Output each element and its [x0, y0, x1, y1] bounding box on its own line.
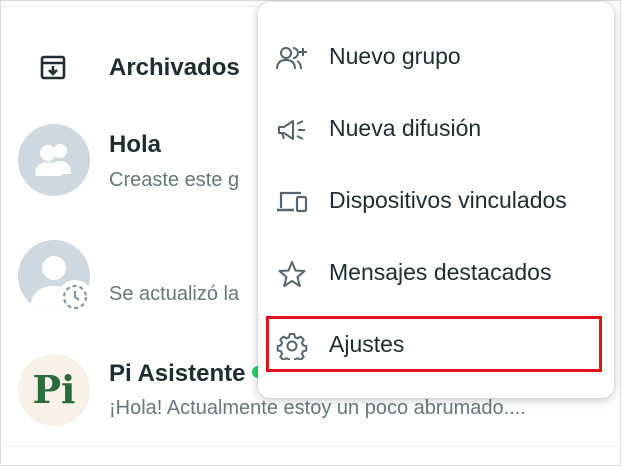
- group-avatar-icon: [18, 124, 90, 196]
- pi-avatar-text: Pi: [32, 367, 76, 412]
- star-icon: [276, 260, 308, 288]
- linked-devices-icon: [276, 188, 308, 216]
- add-group-icon: [276, 44, 308, 72]
- chat-preview: Creaste este g: [109, 169, 240, 191]
- menu-item-linked-devices[interactable]: Dispositivos vinculados: [258, 166, 614, 238]
- menu-item-label: Dispositivos vinculados: [329, 187, 567, 213]
- menu-item-label: Nuevo grupo: [329, 43, 461, 69]
- chat-title: Pi Asistente: [109, 360, 246, 387]
- chat-preview: Se actualizó la: [109, 283, 240, 305]
- menu-item-new-broadcast[interactable]: Nueva difusión: [258, 94, 614, 166]
- menu-item-label: Nueva difusión: [329, 115, 482, 141]
- archive-icon: [38, 52, 68, 82]
- broadcast-icon: [276, 116, 308, 144]
- status-pending-icon: [58, 280, 92, 314]
- pi-avatar: Pi: [18, 354, 90, 426]
- settings-highlight-box: [266, 316, 602, 372]
- menu-item-new-group[interactable]: Nuevo grupo: [258, 22, 614, 94]
- bottom-divider: [0, 446, 621, 447]
- chat-title: Hola: [109, 131, 162, 158]
- menu-item-starred-messages[interactable]: Mensajes destacados: [258, 238, 614, 310]
- menu-item-label: Mensajes destacados: [329, 259, 552, 285]
- top-divider: [0, 0, 260, 7]
- chat-preview: ¡Hola! Actualmente estoy un poco abrumad…: [109, 397, 526, 419]
- archived-label: Archivados: [109, 54, 240, 81]
